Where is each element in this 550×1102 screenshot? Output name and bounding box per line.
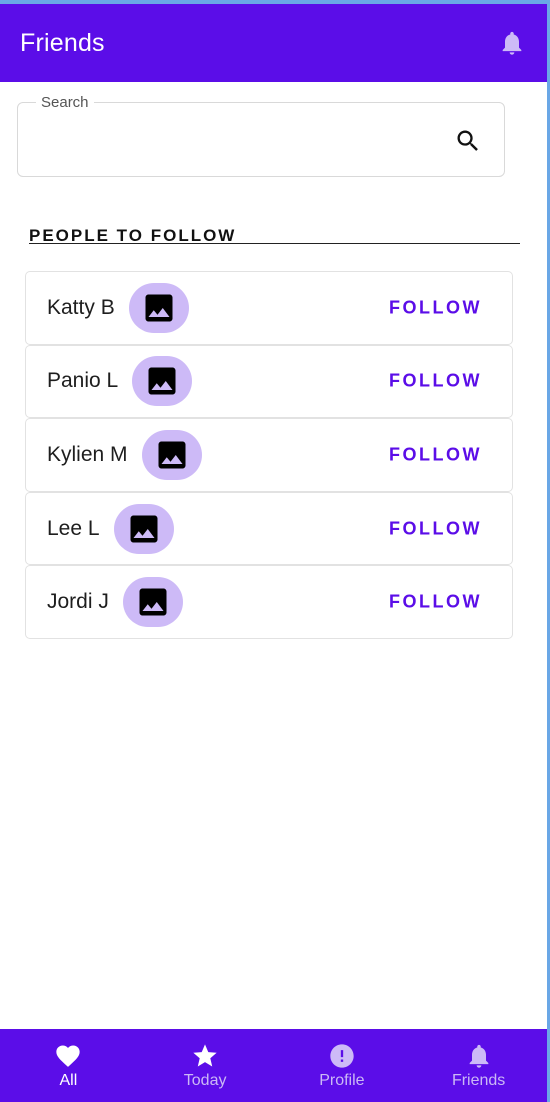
people-list: Katty B FOLLOW Panio L FOLLOW Kylien M F… (25, 271, 513, 639)
image-icon (139, 588, 167, 616)
page-title: Friends (20, 28, 105, 57)
avatar (122, 577, 183, 628)
image-icon (158, 441, 186, 469)
search-label: Search (36, 94, 94, 111)
bell-icon (469, 1044, 488, 1068)
nav-label: Profile (319, 1072, 365, 1089)
nav-item-friends[interactable]: Friends (410, 1029, 547, 1102)
follow-button[interactable]: FOLLOW (389, 592, 482, 613)
person-name: Panio L (47, 369, 119, 393)
image-icon (145, 294, 173, 322)
follow-button[interactable]: FOLLOW (389, 518, 482, 539)
follow-button[interactable]: FOLLOW (389, 444, 482, 465)
app-bar: Friends (0, 4, 547, 82)
person-card: Jordi J FOLLOW (25, 565, 513, 639)
section-divider (29, 243, 520, 244)
person-name: Kylien M (47, 442, 128, 466)
search-icon[interactable] (454, 127, 482, 155)
star-icon (193, 1044, 217, 1067)
nav-item-all[interactable]: All (0, 1029, 137, 1102)
avatar (141, 429, 202, 480)
search-field: Search (17, 94, 505, 177)
follow-button[interactable]: FOLLOW (389, 297, 482, 318)
person-name: Katty B (47, 295, 115, 319)
heart-icon (56, 1045, 81, 1067)
person-card: Katty B FOLLOW (25, 271, 513, 345)
alert-circle-icon (330, 1044, 354, 1068)
nav-item-profile[interactable]: Profile (274, 1029, 411, 1102)
bottom-nav: All Today Profile Friends (0, 1029, 547, 1102)
search-input[interactable] (36, 123, 436, 157)
follow-button[interactable]: FOLLOW (389, 371, 482, 392)
person-name: Jordi J (47, 590, 109, 614)
person-card: Lee L FOLLOW (25, 491, 513, 566)
notifications-button[interactable] (497, 28, 527, 58)
avatar (128, 282, 189, 333)
nav-label: Today (183, 1072, 227, 1089)
nav-item-today[interactable]: Today (137, 1029, 274, 1102)
image-icon (148, 367, 176, 395)
image-icon (130, 515, 158, 543)
person-card: Kylien M FOLLOW (25, 418, 513, 492)
person-card: Panio L FOLLOW (25, 344, 513, 419)
avatar (132, 356, 193, 407)
person-name: Lee L (47, 516, 100, 540)
bell-icon (502, 31, 522, 55)
nav-label: All (59, 1072, 78, 1089)
avatar (113, 503, 174, 554)
nav-label: Friends (451, 1072, 506, 1089)
